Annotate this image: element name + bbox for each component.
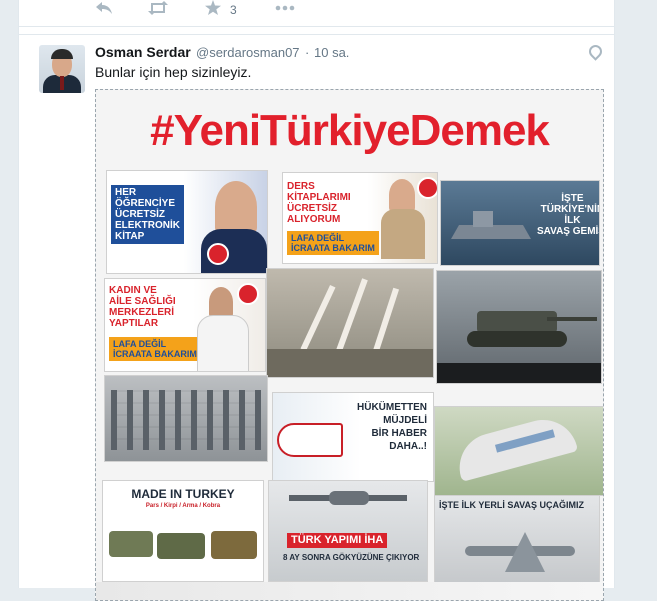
- tile-fighter-jet: İŞTE İLK YERLİ SAVAŞ UÇAĞIMIZ: [434, 495, 600, 592]
- author-name[interactable]: Osman Serdar: [95, 44, 191, 60]
- tweet[interactable]: Osman Serdar @serdarosman07 · 10 sa. Bun…: [19, 34, 614, 601]
- location-pin-icon[interactable]: [586, 42, 605, 61]
- tile-sub: Pars / Kirpi / Arma / Kobra: [145, 503, 221, 509]
- tile-label: HER ÖĞRENCİYE ÜCRETSİZ ELEKTRONİK KİTAP: [111, 185, 184, 244]
- tile-label: İŞTE İLK YERLİ SAVAŞ UÇAĞIMIZ: [439, 500, 585, 510]
- separator-dot: ·: [305, 45, 310, 60]
- tile-label: MADE IN TURKEY: [131, 487, 235, 501]
- tile-made-in-turkey: MADE IN TURKEY Pars / Kirpi / Arma / Kob…: [102, 480, 264, 582]
- timestamp[interactable]: 10 sa.: [314, 45, 349, 60]
- avatar[interactable]: [39, 45, 85, 93]
- star-icon[interactable]: [205, 0, 221, 21]
- tile-turkish-drone: TÜRK YAPIMI İHA 8 AY SONRA GÖKYÜZÜNE ÇIK…: [268, 480, 428, 582]
- tweet-media-image[interactable]: #YeniTürkiyeDemek HER ÖĞRENCİYE ÜCRETSİZ…: [95, 89, 604, 601]
- tile-high-speed-train: HÜKÜMETTEN MÜJDELİ BİR HABER DAHA..!: [272, 392, 434, 482]
- previous-tweet-actions: 3: [19, 0, 614, 27]
- retweet-icon[interactable]: [147, 0, 169, 21]
- tile-free-ebook: HER ÖĞRENCİYE ÜCRETSİZ ELEKTRONİK KİTAP: [106, 170, 268, 274]
- author-handle[interactable]: @serdarosman07: [196, 45, 300, 60]
- media-hashtag-title: #YeniTürkiyeDemek: [150, 106, 550, 155]
- tile-label: İŞTE TÜRKİYE'NİN İLK SAVAŞ GEMİSİ: [537, 193, 600, 237]
- tile-label: TÜRK YAPIMI İHA: [287, 533, 388, 548]
- tile-free-textbooks: DERS KİTAPLARIMI ÜCRETSİZ ALIYORUM LAFA …: [282, 172, 438, 264]
- tile-label: DERS KİTAPLARIMI ÜCRETSİZ ALIYORUM: [287, 181, 351, 225]
- tile-label: HÜKÜMETTEN MÜJDELİ BİR HABER DAHA..!: [357, 402, 427, 452]
- tile-aircraft-rows: [104, 375, 268, 462]
- tile-airport-aerial: [434, 406, 603, 496]
- tile-women-health: KADIN VE AİLE SAĞLIĞI MERKEZLERİ YAPTILA…: [104, 278, 266, 372]
- tile-missiles: [266, 268, 434, 378]
- reply-icon[interactable]: [95, 0, 113, 21]
- tile-tag: LAFA DEĞİL İCRAATA BAKARIM: [287, 231, 379, 255]
- tile-warship: İŞTE TÜRKİYE'NİN İLK SAVAŞ GEMİSİ: [440, 180, 600, 266]
- like-count: 3: [230, 3, 237, 17]
- tile-sub: 8 AY SONRA GÖKYÜZÜNE ÇIKIYOR: [283, 553, 420, 562]
- more-icon[interactable]: [275, 0, 295, 21]
- tile-label: KADIN VE AİLE SAĞLIĞI MERKEZLERİ YAPTILA…: [109, 285, 176, 329]
- tile-tag: LAFA DEĞİL İCRAATA BAKARIM: [109, 337, 201, 361]
- tweet-text: Bunlar için hep sizinleyiz.: [95, 64, 252, 80]
- media-bottom-strip: [96, 582, 603, 600]
- timeline-column: 3 Osman Serdar @serdarosman07 · 10 sa. B…: [18, 0, 615, 601]
- tile-tank: [436, 270, 602, 384]
